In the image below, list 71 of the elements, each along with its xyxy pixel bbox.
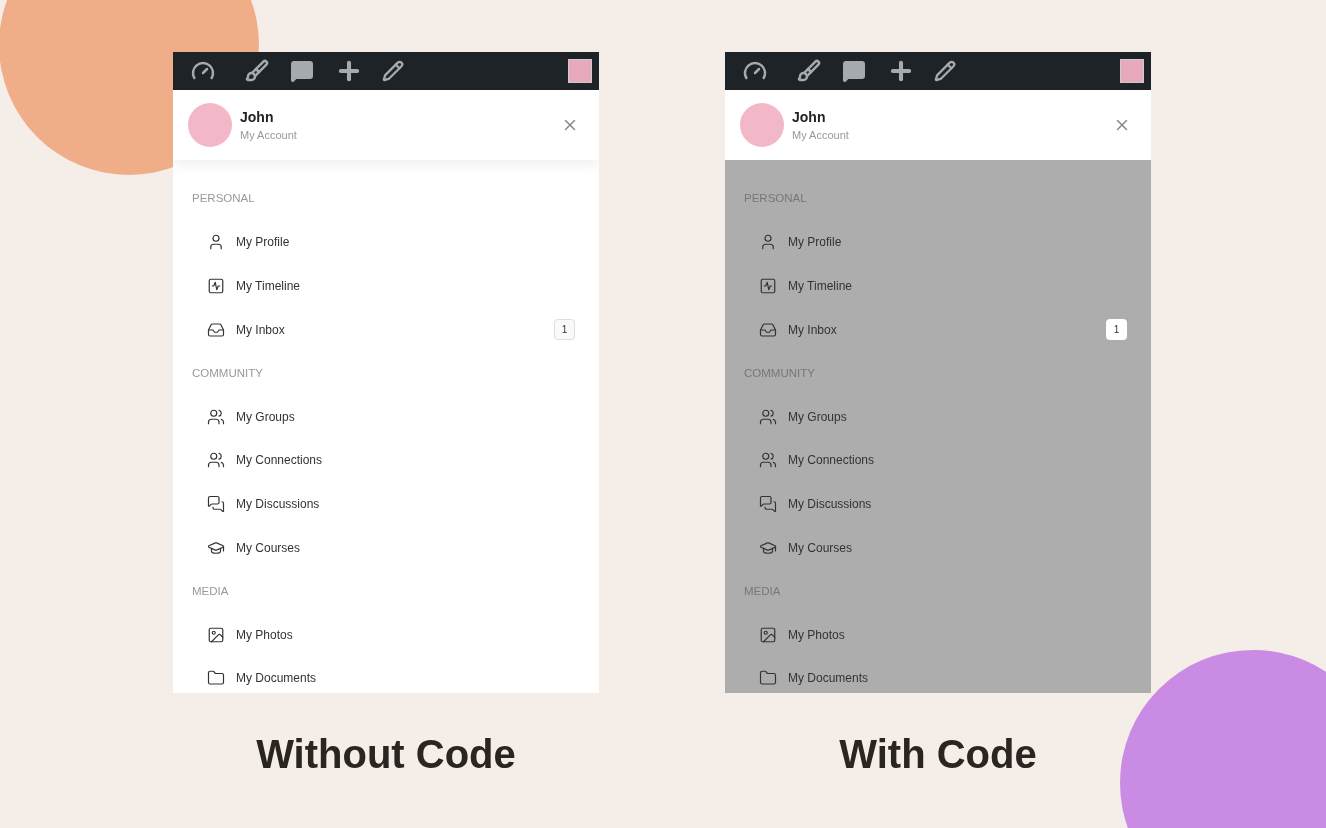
caption: Without Code [256, 731, 516, 778]
menu-item[interactable]: My Documents [173, 656, 599, 693]
menu-item[interactable]: My Discussions [725, 482, 1151, 526]
person-icon [759, 233, 777, 252]
menu-item-label: My Timeline [236, 278, 300, 295]
people-icon [759, 407, 777, 426]
count-badge: 1 [1106, 319, 1127, 341]
pencil-icon[interactable] [934, 60, 956, 82]
menu-item[interactable]: My Courses [725, 525, 1151, 570]
user-name: John [240, 108, 275, 127]
menu-item-label: My Groups [236, 408, 295, 426]
menu-item-label: My Courses [236, 539, 300, 557]
comment-icon[interactable] [842, 59, 866, 83]
menu-item-label: My Photos [788, 626, 845, 644]
menu-item-label: My Connections [788, 452, 875, 470]
activity-icon [759, 277, 777, 295]
brush-icon[interactable] [245, 59, 269, 83]
menu-item-label: My Documents [236, 670, 317, 688]
folder-icon [207, 669, 225, 688]
menu-item[interactable]: My Inbox 1 [725, 307, 1151, 352]
menu-item[interactable]: My Groups [725, 394, 1151, 439]
section-heading: PERSONAL [192, 191, 255, 207]
menu-item[interactable]: My Documents [725, 656, 1151, 693]
avatar [188, 103, 232, 147]
menu-item[interactable]: My Profile [725, 220, 1151, 265]
avatar-thumbnail[interactable] [568, 59, 592, 83]
chat-bubbles-icon [207, 494, 225, 513]
menu-item[interactable]: My Profile [173, 220, 599, 265]
people-icon [207, 407, 225, 426]
menu-item-label: My Discussions [236, 495, 320, 513]
avatar [740, 103, 784, 147]
avatar-thumbnail[interactable] [1120, 59, 1144, 83]
pencil-icon[interactable] [382, 60, 404, 82]
menu-item-label: My Profile [236, 234, 290, 252]
image-icon [759, 625, 777, 644]
menu-item-label: My Courses [788, 539, 852, 557]
chat-bubbles-icon [759, 494, 777, 513]
menu-item-label: My Inbox [236, 321, 285, 339]
menu-item-label: My Connections [236, 452, 323, 470]
menu-item[interactable]: My Groups [173, 394, 599, 439]
brush-icon[interactable] [797, 59, 821, 83]
menu-item[interactable]: My Photos [173, 612, 599, 657]
folder-icon [759, 669, 777, 688]
user-name: John [792, 108, 827, 127]
menu-item[interactable]: My Connections [173, 438, 599, 483]
person-icon [207, 233, 225, 252]
section-heading: MEDIA [192, 583, 229, 599]
menu-item-label: My Timeline [788, 278, 852, 295]
caption: With Code [839, 731, 1037, 778]
inbox-icon [759, 320, 777, 339]
menu-item-label: My Documents [788, 670, 869, 688]
menu-item[interactable]: My Discussions [173, 482, 599, 526]
section-heading: COMMUNITY [192, 365, 263, 381]
menu-item-label: My Groups [788, 408, 847, 426]
image-icon [207, 625, 225, 644]
menu-item-label: My Inbox [788, 321, 837, 339]
people-icon [207, 451, 225, 470]
menu-item[interactable]: My Courses [173, 525, 599, 570]
count-badge: 1 [554, 319, 575, 341]
menu-item-label: My Photos [236, 626, 293, 644]
activity-icon [207, 277, 225, 295]
menu-item[interactable]: My Inbox 1 [173, 307, 599, 352]
people-icon [759, 451, 777, 470]
menu-item[interactable]: My Timeline [173, 264, 599, 308]
inbox-icon [207, 320, 225, 339]
menu-item[interactable]: My Connections [725, 438, 1151, 483]
menu-item[interactable]: My Photos [725, 612, 1151, 657]
menu-item-label: My Profile [788, 234, 842, 252]
menu-item-label: My Discussions [788, 495, 872, 513]
comment-icon[interactable] [290, 59, 314, 83]
menu-item[interactable]: My Timeline [725, 264, 1151, 308]
